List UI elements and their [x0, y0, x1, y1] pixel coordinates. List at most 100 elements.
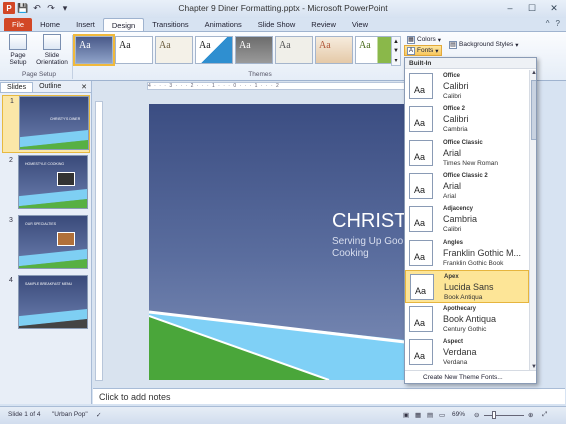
zoom-slider-thumb[interactable]: [492, 411, 496, 419]
font-option-adjacency[interactable]: Aa Adjacency Cambria Calibri: [405, 203, 529, 236]
gallery-more-icon[interactable]: ▾: [394, 57, 397, 64]
page-setup-button[interactable]: Page Setup: [4, 34, 32, 66]
scroll-up-icon[interactable]: ▲: [393, 39, 399, 45]
theme-thumb-apothecary[interactable]: Aa: [275, 36, 313, 64]
thumb-title: CHRISTY'S DINER: [50, 117, 81, 121]
slide-count: Slide 1 of 4: [8, 411, 41, 418]
slide-number: 3: [9, 217, 13, 224]
notes-pane[interactable]: Click to add notes: [93, 388, 565, 404]
scrollbar-thumb[interactable]: [531, 80, 536, 140]
fonts-button[interactable]: A Fonts ▾: [404, 45, 442, 56]
theme-thumb-austin[interactable]: Aa: [355, 36, 393, 64]
collapse-ribbon-icon[interactable]: ^: [546, 19, 550, 28]
font-option-apex[interactable]: Aa Apex Lucida Sans Book Antiqua: [405, 269, 529, 303]
tab-file[interactable]: File: [4, 18, 33, 32]
zoom-slider[interactable]: [484, 415, 524, 416]
slide-orientation-label: Slide Orientation: [36, 52, 68, 66]
zoom-out-icon[interactable]: ⊖: [474, 411, 479, 419]
tab-animations[interactable]: Animations: [197, 18, 250, 32]
scroll-down-icon[interactable]: ▼: [393, 48, 399, 54]
font-option-office[interactable]: Aa Office Calibri Calibri: [405, 70, 529, 103]
background-styles-button[interactable]: ▤ Background Styles ▾: [447, 39, 520, 50]
font-set-name: Angles: [443, 239, 464, 246]
slide-orientation-button[interactable]: Slide Orientation: [34, 34, 70, 66]
spell-check-icon[interactable]: ✓: [96, 411, 101, 419]
slide-orientation-icon: [43, 34, 61, 50]
fit-to-window-icon[interactable]: ⤢: [542, 411, 547, 419]
heading-font: Franklin Gothic M...: [443, 247, 522, 258]
zoom-level[interactable]: 69%: [452, 411, 465, 418]
minimize-button[interactable]: –: [502, 2, 518, 14]
font-option-office-2[interactable]: Aa Office 2 Calibri Cambria: [405, 103, 529, 136]
tab-insert[interactable]: Insert: [68, 18, 103, 32]
theme-thumb-adjacency[interactable]: Aa: [155, 36, 193, 64]
maximize-button[interactable]: ☐: [524, 2, 540, 14]
font-option-office-classic-2[interactable]: Aa Office Classic 2 Arial Arial: [405, 170, 529, 203]
horizontal-ruler: 4 · · · 3 · · · 2 · · · 1 · · · 0 · · · …: [147, 82, 405, 90]
create-new-theme-fonts[interactable]: Create New Theme Fonts...: [405, 370, 536, 383]
title-bar: P 💾 ↶ ↷ ▾ Chapter 9 Diner Formatting.ppt…: [0, 0, 566, 18]
theme-thumb-office[interactable]: Aa: [115, 36, 153, 64]
slide-sorter-icon[interactable]: ▦: [415, 411, 421, 419]
slide-title[interactable]: CHRISTY: [332, 210, 405, 233]
normal-view-icon[interactable]: ▣: [403, 411, 409, 419]
slide-thumbnail-1[interactable]: 1 CHRISTY'S DINER: [2, 95, 90, 153]
heading-font: Cambria: [443, 214, 478, 225]
body-font: Verdana: [443, 359, 468, 367]
slide-editing-area: 4 · · · 3 · · · 2 · · · 1 · · · 0 · · · …: [93, 81, 405, 387]
close-button[interactable]: ✕: [546, 2, 562, 14]
zoom-in-icon[interactable]: ⊕: [528, 411, 533, 419]
slideshow-view-icon[interactable]: ▭: [439, 411, 445, 419]
theme-thumb-apex[interactable]: Aa: [235, 36, 273, 64]
built-in-header: Built-In: [405, 58, 536, 69]
theme-thumb-current[interactable]: Aa: [73, 34, 115, 66]
window-title: Chapter 9 Diner Formatting.pptx - Micros…: [178, 3, 388, 13]
font-option-angles[interactable]: Aa Angles Franklin Gothic M... Franklin Got…: [405, 237, 529, 270]
page-setup-label: Page Setup: [9, 52, 27, 66]
tab-slide-show[interactable]: Slide Show: [250, 18, 304, 32]
help-icon[interactable]: ?: [556, 19, 560, 28]
slides-pane: Slides Outline ✕ 1 CHRISTY'S DINER 2 HOM…: [0, 81, 92, 404]
theme-thumb-angles[interactable]: Aa: [195, 36, 233, 64]
tab-outline[interactable]: Outline: [33, 82, 67, 91]
tab-transitions[interactable]: Transitions: [144, 18, 196, 32]
reading-view-icon[interactable]: ▤: [427, 411, 433, 419]
font-set-name: Office: [443, 73, 461, 79]
tab-view[interactable]: View: [344, 18, 376, 32]
body-font: Arial: [443, 192, 457, 200]
subtitle-line: Cooking: [332, 248, 369, 259]
tab-home[interactable]: Home: [32, 18, 68, 32]
colors-label: Colors: [417, 36, 436, 43]
font-preview-icon: Aa: [409, 73, 433, 99]
thumb-title: SAMPLE BREAKFAST MENU: [25, 282, 73, 286]
fonts-dropdown: Built-In Aa Office Calibri Calibri Aa Office …: [404, 57, 537, 384]
font-option-apothecary[interactable]: Aa Apothecary Book Antiqua Century Gothic: [405, 303, 529, 336]
tab-slides[interactable]: Slides: [0, 81, 34, 92]
tab-design[interactable]: Design: [102, 18, 145, 32]
font-preview-icon: Aa: [409, 139, 433, 166]
slide-thumbnail-4[interactable]: 4 SAMPLE BREAKFAST MENU: [2, 275, 90, 333]
heading-font: Lucida Sans: [444, 281, 494, 292]
scroll-up-icon[interactable]: ▲: [530, 70, 536, 76]
heading-font: Arial: [443, 180, 462, 191]
dropdown-scrollbar[interactable]: ▲ ▼: [529, 70, 536, 370]
slide-thumbnail-2[interactable]: 2 HOMESTYLE COOKING: [2, 155, 90, 213]
tab-review[interactable]: Review: [303, 18, 344, 32]
body-font: Book Antiqua: [444, 293, 483, 301]
slide-number: 4: [9, 277, 13, 284]
slide-subtitle[interactable]: Serving Up Goo Cooking: [332, 236, 403, 260]
font-option-aspect[interactable]: Aa Aspect Verdana Verdana: [405, 336, 529, 369]
slide-number: 1: [10, 98, 14, 105]
close-pane-icon[interactable]: ✕: [77, 83, 91, 91]
theme-thumb-aspect[interactable]: Aa: [315, 36, 353, 64]
subtitle-line: Serving Up Goo: [332, 236, 404, 247]
font-set-name: Office 2: [443, 106, 466, 113]
current-slide[interactable]: CHRISTY Serving Up Goo Cooking: [149, 104, 405, 380]
slide-thumbnail-3[interactable]: 3 OUR SPECIALTIES: [2, 215, 90, 273]
fonts-label: Fonts: [417, 47, 434, 54]
chevron-down-icon: ▾: [437, 36, 442, 44]
font-preview-icon: Aa: [409, 106, 433, 133]
font-option-office-classic[interactable]: Aa Office Classic Arial Times New Roman: [405, 137, 529, 170]
colors-button[interactable]: ▦ Colors ▾: [405, 34, 443, 45]
themes-gallery-scroll[interactable]: ▲ ▼ ▾: [391, 36, 401, 66]
